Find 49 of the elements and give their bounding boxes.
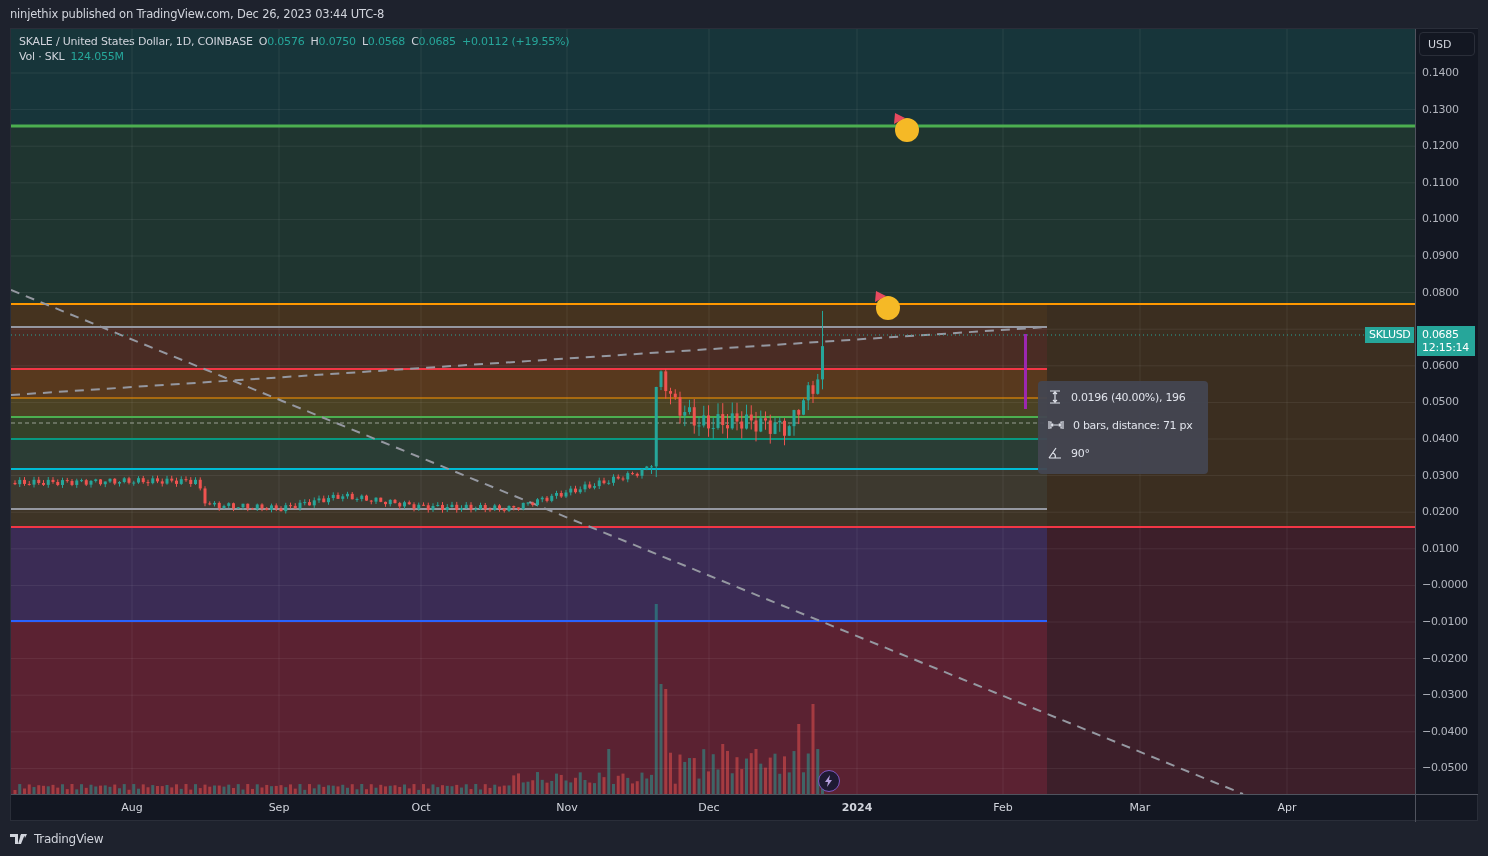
price-tick: −0.0000 [1422, 578, 1468, 592]
volume-value: 124.055M [70, 50, 124, 63]
brand-name: TradingView [34, 831, 104, 846]
price-tick: 0.0100 [1422, 541, 1459, 555]
last-price: 0.0685 [1422, 328, 1460, 341]
currency-button[interactable]: USD [1419, 32, 1475, 56]
ohlc-value: 0.0576 [267, 35, 305, 48]
price-tick: 0.0200 [1422, 505, 1459, 519]
time-tick: Sep [268, 801, 290, 814]
publisher-line: ninjethix published on TradingView.com, Dec 26, 2023 03:44 UTC-8 [10, 7, 385, 21]
measure-text: 0 bars, distance: 71 px [1073, 418, 1193, 432]
price-tick: 0.0500 [1422, 395, 1459, 409]
price-tick: 0.1400 [1422, 66, 1459, 79]
price-tick: 0.0400 [1422, 432, 1459, 445]
ohlc-value: 0.0685 [418, 35, 456, 48]
price-tick: −0.0100 [1422, 615, 1468, 628]
ohlc-label: O [258, 35, 268, 48]
symbol-title: SKALE / United States Dollar, 1D, COINBASE [19, 35, 253, 48]
ohlc-label: H [310, 35, 319, 48]
price-tick: 0.1200 [1422, 139, 1459, 153]
price-tick: 0.1300 [1422, 102, 1459, 116]
price-tick: 0.0600 [1422, 358, 1459, 372]
time-tick: Oct [411, 801, 431, 814]
price-tick: 0.1100 [1422, 175, 1459, 189]
price-tick: 0.0300 [1422, 468, 1459, 482]
price-tick: −0.0500 [1422, 761, 1468, 775]
time-tick: Aug [121, 801, 143, 814]
ohlc-value: 0.0750 [318, 35, 356, 48]
price-tick: 0.1000 [1422, 212, 1459, 226]
price-tick: 0.0900 [1422, 249, 1459, 262]
price-tick: −0.0300 [1422, 688, 1468, 702]
measure-text: 90° [1071, 446, 1090, 460]
volume-label: Vol · SKL [19, 50, 65, 63]
measure-text: 0.0196 (40.00%), 196 [1071, 390, 1186, 404]
bar-countdown: 12:15:14 [1422, 341, 1470, 354]
ohlc-value: 0.0568 [367, 35, 406, 48]
time-tick: Mar [1129, 801, 1151, 814]
time-tick: Dec [698, 801, 720, 814]
price-tick: −0.0400 [1422, 724, 1468, 738]
time-tick: Nov [556, 801, 578, 814]
symbol-tag: SKLUSD [1365, 327, 1415, 343]
price-tick: −0.0200 [1422, 651, 1468, 665]
time-tick: Apr [1277, 801, 1297, 814]
price-tick: 0.0800 [1422, 285, 1459, 299]
ohlc-label: C [411, 35, 419, 48]
ohlc-label: L [361, 35, 368, 48]
price-change: +0.0112 (+19.55%) [461, 35, 570, 48]
time-tick: Feb [993, 801, 1013, 814]
time-tick: 2024 [841, 801, 873, 814]
